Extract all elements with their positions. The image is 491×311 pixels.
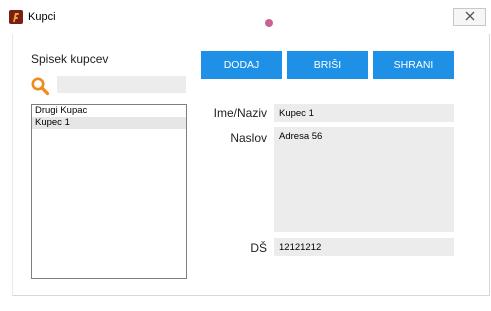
close-button[interactable]: [453, 8, 486, 26]
list-item-selected[interactable]: Kupec 1: [32, 117, 186, 129]
client-list-title: Spisek kupcev: [31, 52, 109, 66]
delete-button[interactable]: BRIŠI: [287, 51, 368, 79]
tax-number-label: DŠ: [250, 241, 267, 255]
search-input[interactable]: [57, 76, 186, 93]
name-field[interactable]: Kupec 1: [274, 104, 454, 122]
app-logo-icon: [9, 10, 23, 24]
title-bar[interactable]: Kupci: [0, 0, 491, 34]
address-field[interactable]: Adresa 56: [274, 127, 454, 232]
window-title: Kupci: [28, 11, 56, 23]
search-icon[interactable]: [30, 76, 50, 96]
tax-number-field[interactable]: 12121212: [274, 238, 454, 256]
client-list[interactable]: Drugi Kupac Kupec 1: [31, 104, 187, 279]
address-label: Naslov: [230, 131, 267, 145]
save-button[interactable]: SHRANI: [373, 51, 454, 79]
customers-window: Kupci Spisek kupcev Drugi Kupac Kupec 1 …: [0, 0, 491, 311]
name-label: Ime/Naziv: [213, 106, 267, 120]
title-bar-decoration: [265, 19, 273, 27]
add-button[interactable]: DODAJ: [201, 51, 282, 79]
close-icon: [465, 8, 475, 26]
list-item[interactable]: Drugi Kupac: [32, 105, 186, 117]
